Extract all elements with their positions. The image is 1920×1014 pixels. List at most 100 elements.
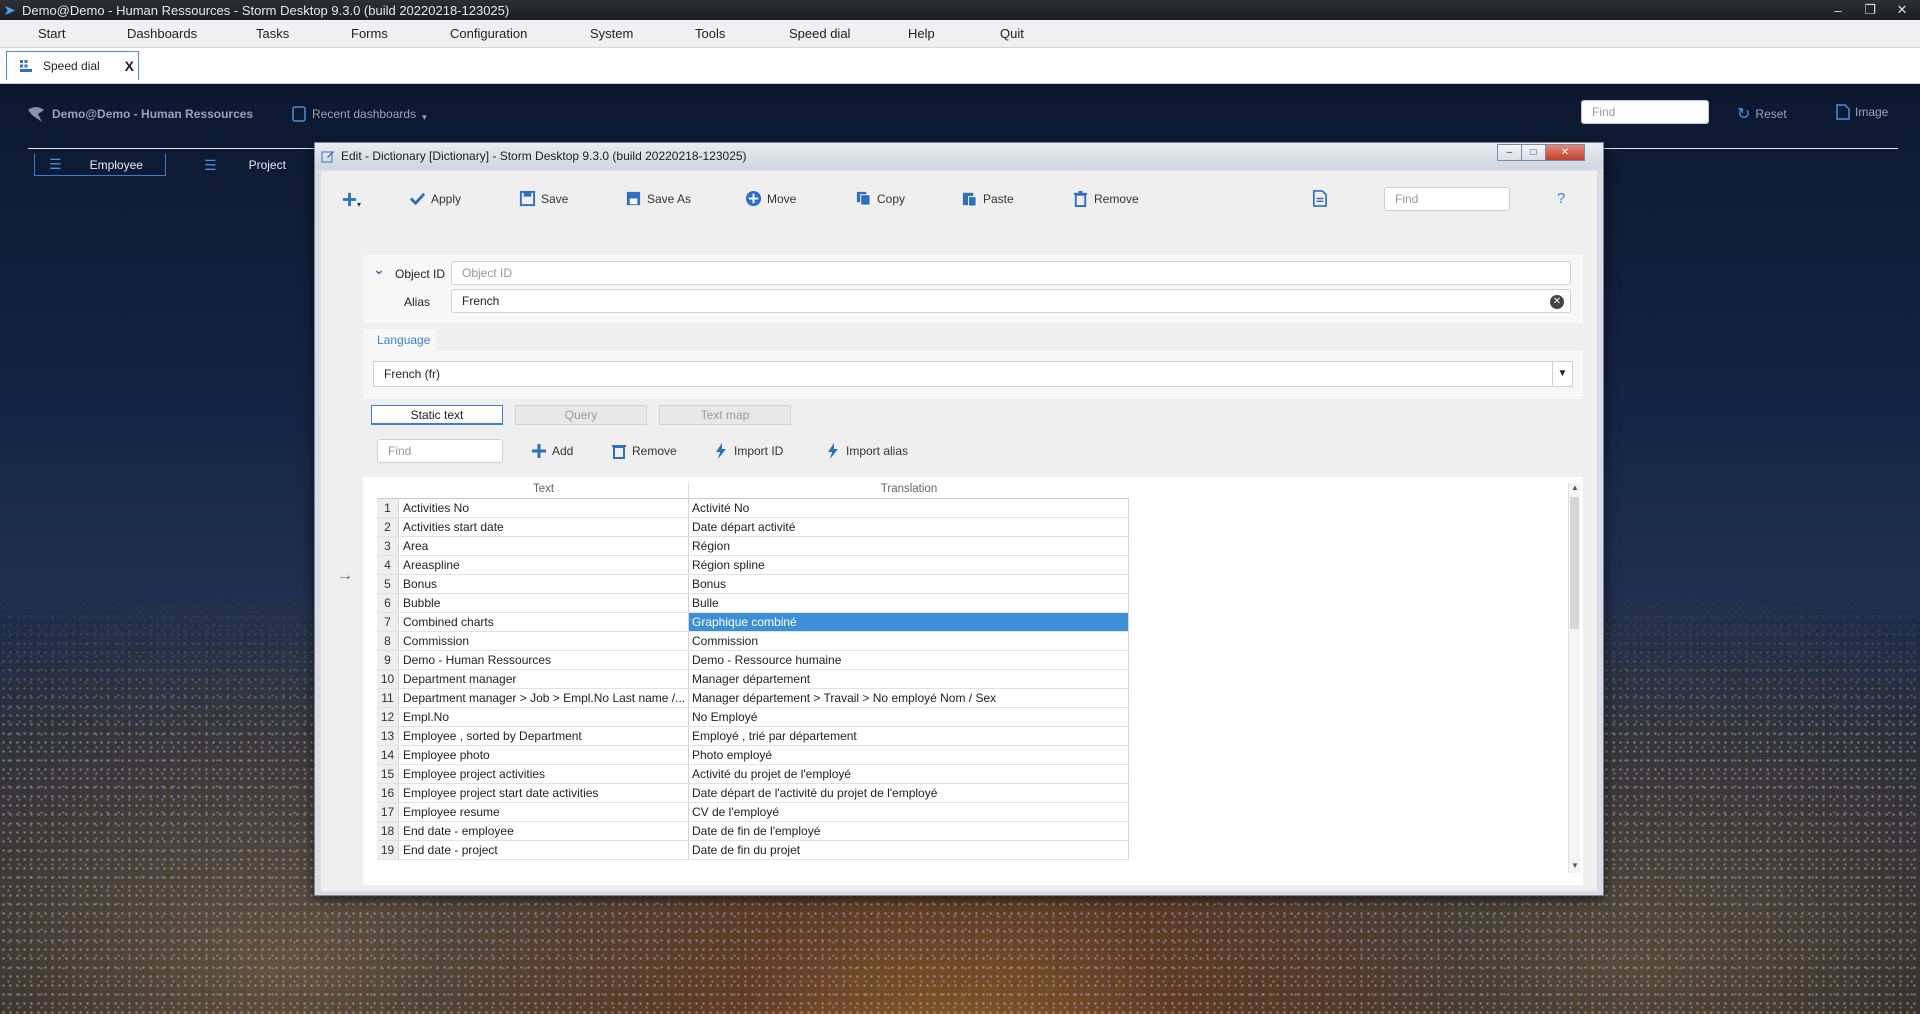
cell-text[interactable]: Demo - Human Ressources [399,651,689,669]
cell-translation[interactable]: Région [689,537,1129,555]
cell-text[interactable]: Department manager > Job > Empl.No Last … [399,689,689,707]
cell-text[interactable]: Employee project start date activities [399,784,689,802]
new-button[interactable]: ▾ [341,190,361,209]
menu-quit[interactable]: Quit [1000,26,1024,41]
cell-text[interactable]: Commission [399,632,689,650]
cell-text[interactable]: End date - project [399,841,689,859]
cell-text[interactable]: Areaspline [399,556,689,574]
vertical-scrollbar[interactable]: ▲ ▼ [1568,483,1580,873]
dialog-maximize-icon[interactable]: □ [1521,144,1546,161]
cell-text[interactable]: Employee photo [399,746,689,764]
table-row[interactable]: 18 End date - employee Date de fin de l'em… [377,822,1129,841]
cell-translation[interactable]: Activité du projet de l'employé [689,765,1129,783]
table-row[interactable]: 12 Empl.No No Employé [377,708,1129,727]
table-row[interactable]: 10 Department manager Manager département [377,670,1129,689]
menu-forms[interactable]: Forms [351,26,388,41]
alias-field[interactable]: French ✕ [451,289,1571,313]
table-row[interactable]: 6 Bubble Bulle [377,594,1129,613]
remove-row-button[interactable]: Remove [611,443,677,459]
menu-start[interactable]: Start [38,26,65,41]
menu-help[interactable]: Help [908,26,935,41]
cell-translation[interactable]: Date départ activité [689,518,1129,536]
table-row[interactable]: 3 Area Région [377,537,1129,556]
tab-query[interactable]: Query [515,405,647,425]
close-icon[interactable]: ✕ [1894,2,1910,18]
menu-system[interactable]: System [590,26,633,41]
save-as-button[interactable]: Save As [625,190,691,207]
cell-text[interactable]: Area [399,537,689,555]
table-row[interactable]: 11 Department manager > Job > Empl.No Las… [377,689,1129,708]
cell-translation[interactable]: Employé , trié par département [689,727,1129,745]
cell-text[interactable]: Activities No [399,499,689,517]
table-row[interactable]: 13 Employee , sorted by Department Employé… [377,727,1129,746]
export-doc-button[interactable] [1311,190,1328,207]
tab-static-text[interactable]: Static text [371,405,503,425]
cell-text[interactable]: Employee resume [399,803,689,821]
cell-text[interactable]: Combined charts [399,613,689,631]
import-alias-button[interactable]: Import alias [825,443,908,459]
cell-text[interactable]: Empl.No [399,708,689,726]
column-text-header[interactable]: Text [399,483,689,498]
table-row[interactable]: 1 Activities No Activité No [377,499,1129,518]
add-row-button[interactable]: Add [531,443,573,459]
chevron-down-icon[interactable]: ▼ [1552,362,1572,386]
menu-configuration[interactable]: Configuration [450,26,527,41]
table-row[interactable]: 7 Combined charts Graphique combiné [377,613,1129,632]
cell-translation[interactable]: Date de fin de l'employé [689,822,1129,840]
menu-tasks[interactable]: Tasks [256,26,289,41]
clear-icon[interactable]: ✕ [1550,295,1564,309]
reset-button[interactable]: ↻ Reset [1737,104,1787,124]
cell-translation[interactable]: No Employé [689,708,1129,726]
cell-translation[interactable]: Région spline [689,556,1129,574]
cell-text[interactable]: Bubble [399,594,689,612]
dashboard-tab-project[interactable]: ☰ Project [190,154,310,176]
dashboard-search-input[interactable]: Find [1581,100,1709,124]
language-select[interactable]: French (fr) ▼ [373,361,1573,387]
collapse-chevron-icon[interactable]: ⌄ [373,261,385,278]
cell-text[interactable]: Department manager [399,670,689,688]
table-row[interactable]: 15 Employee project activities Activité du… [377,765,1129,784]
object-id-field[interactable]: Object ID [451,261,1571,285]
cell-translation[interactable]: Bulle [689,594,1129,612]
table-row[interactable]: 16 Employee project start date activities… [377,784,1129,803]
dialog-titlebar[interactable]: Edit - Dictionary [Dictionary] - Storm D… [315,143,1603,169]
table-row[interactable]: 5 Bonus Bonus [377,575,1129,594]
scroll-thumb[interactable] [1570,497,1579,629]
tab-close-icon[interactable]: X [125,58,134,74]
table-row[interactable]: 9 Demo - Human Ressources Demo - Ressource… [377,651,1129,670]
cell-translation[interactable]: CV de l'employé [689,803,1129,821]
copy-button[interactable]: Copy [855,190,905,207]
cell-translation[interactable]: Manager département [689,670,1129,688]
cell-translation[interactable]: Manager département > Travail > No emplo… [689,689,1129,707]
cell-text[interactable]: Employee , sorted by Department [399,727,689,745]
scroll-up-icon[interactable]: ▲ [1569,483,1581,495]
minimize-icon[interactable]: – [1830,3,1846,18]
cell-translation[interactable]: Graphique combiné [689,613,1129,631]
remove-button[interactable]: Remove [1072,190,1139,207]
cell-text[interactable]: Employee project activities [399,765,689,783]
column-translation-header[interactable]: Translation [689,483,1129,498]
table-row[interactable]: 4 Areaspline Région spline [377,556,1129,575]
image-button[interactable]: Image [1836,104,1888,120]
dialog-minimize-icon[interactable]: – [1497,144,1522,161]
menu-speed-dial[interactable]: Speed dial [789,26,850,41]
dialog-close-icon[interactable]: ✕ [1545,144,1585,161]
save-button[interactable]: Save [519,190,568,207]
table-row[interactable]: 8 Commission Commission [377,632,1129,651]
tab-language[interactable]: Language [363,329,436,351]
grid-search-input[interactable]: Find [377,439,503,463]
import-id-button[interactable]: Import ID [713,443,783,459]
table-row[interactable]: 14 Employee photo Photo employé [377,746,1129,765]
scroll-down-icon[interactable]: ▼ [1569,861,1581,873]
help-button[interactable]: ? [1557,190,1565,207]
tab-text-map[interactable]: Text map [659,405,791,425]
table-row[interactable]: 19 End date - project Date de fin du proje… [377,841,1129,860]
cell-translation[interactable]: Photo employé [689,746,1129,764]
cell-text[interactable]: Activities start date [399,518,689,536]
cell-translation[interactable]: Demo - Ressource humaine [689,651,1129,669]
tab-speed-dial[interactable]: Speed dial X [6,51,139,80]
table-row[interactable]: 17 Employee resume CV de l'employé [377,803,1129,822]
apply-button[interactable]: Apply [409,190,461,207]
cell-translation[interactable]: Activité No [689,499,1129,517]
dialog-search-input[interactable]: Find [1384,187,1510,211]
